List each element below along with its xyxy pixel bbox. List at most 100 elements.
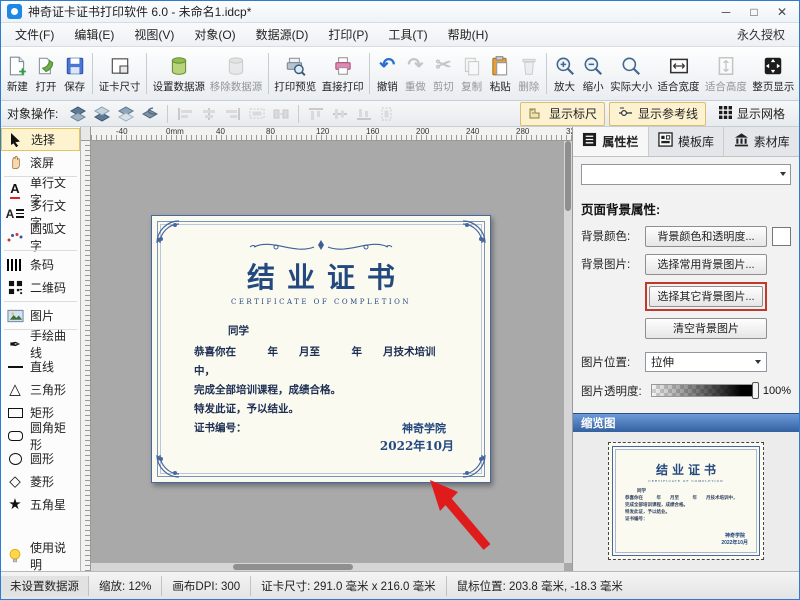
bg-color-swatch[interactable] bbox=[772, 227, 791, 246]
certificate-page[interactable]: 结业证书 CERTIFICATE OF COMPLETION 同学 恭喜你在 年… bbox=[151, 215, 491, 483]
card-size-button[interactable]: 证卡尺寸 bbox=[96, 51, 143, 97]
zoom-in-button[interactable]: 放大 bbox=[550, 51, 579, 97]
tool-pan[interactable]: 滚屏 bbox=[1, 151, 80, 174]
tab-templates[interactable]: 模板库 bbox=[649, 127, 725, 156]
canvas-horizontal-scrollbar[interactable] bbox=[91, 563, 564, 571]
object-selector-dropdown[interactable] bbox=[581, 164, 791, 185]
tool-star[interactable]: ★ 五角星 bbox=[1, 493, 80, 516]
new-document-icon bbox=[6, 54, 28, 78]
tool-rounded-rectangle[interactable]: 圆角矩形 bbox=[1, 424, 80, 447]
dpi-status: 画布DPI: 300 bbox=[162, 576, 251, 596]
choose-common-bg-button[interactable]: 选择常用背景图片... bbox=[645, 254, 767, 275]
tool-barcode[interactable]: 条码 bbox=[1, 253, 80, 276]
tool-freehand-curve[interactable]: ✒ 手绘曲线 bbox=[1, 332, 80, 355]
maximize-icon[interactable]: □ bbox=[747, 3, 761, 21]
bring-to-front-icon[interactable] bbox=[66, 104, 90, 124]
tab-materials[interactable]: 素材库 bbox=[724, 127, 799, 156]
tab-properties[interactable]: 属性栏 bbox=[573, 127, 649, 156]
objectbar-separator bbox=[167, 105, 168, 123]
zoom-out-icon bbox=[582, 54, 604, 78]
show-grid-toggle[interactable]: 显示网格 bbox=[710, 102, 793, 126]
menu-help[interactable]: 帮助(H) bbox=[438, 23, 499, 46]
bg-color-button[interactable]: 背景颜色和透明度... bbox=[645, 226, 767, 247]
canvas-vertical-scrollbar[interactable] bbox=[564, 141, 572, 563]
new-button[interactable]: 新建 bbox=[3, 51, 32, 97]
save-button[interactable]: 保存 bbox=[60, 51, 89, 97]
corner-ornament-icon bbox=[461, 219, 487, 245]
slider-handle[interactable] bbox=[752, 382, 759, 399]
direct-print-button[interactable]: 直接打印 bbox=[319, 51, 366, 97]
rounded-rectangle-icon bbox=[5, 427, 25, 444]
highlight-red-box: 选择其它背景图片... bbox=[645, 282, 767, 311]
fit-height-button: 适合高度 bbox=[702, 51, 749, 97]
tool-line[interactable]: 直线 bbox=[1, 355, 80, 378]
minimize-icon[interactable]: ─ bbox=[719, 3, 733, 21]
chevron-down-icon bbox=[780, 172, 786, 176]
red-pointer-arrow bbox=[421, 477, 501, 553]
show-guides-toggle[interactable]: 显示参考线 bbox=[609, 102, 706, 126]
sidebar-separator bbox=[4, 301, 77, 302]
print-preview-icon bbox=[284, 54, 306, 78]
toolbar-separator bbox=[268, 53, 269, 94]
close-icon[interactable]: ✕ bbox=[775, 3, 789, 21]
set-datasource-button[interactable]: 设置数据源 bbox=[150, 51, 207, 97]
objectbar-separator bbox=[298, 105, 299, 123]
corner-ornament-icon bbox=[461, 453, 487, 479]
properties-panel: 属性栏 模板库 素材库 页面背景属性: 背景颜色: bbox=[572, 127, 799, 571]
clear-bg-button[interactable]: 清空背景图片 bbox=[645, 318, 767, 339]
toolbar-separator bbox=[369, 53, 370, 94]
menu-view[interactable]: 视图(V) bbox=[124, 23, 184, 46]
template-library-icon bbox=[658, 132, 673, 150]
ruler-icon bbox=[528, 105, 545, 123]
diamond-icon: ◇ bbox=[5, 473, 25, 490]
tool-qrcode[interactable]: 二维码 bbox=[1, 276, 80, 299]
actual-size-button[interactable]: 实际大小 bbox=[607, 51, 654, 97]
menu-edit[interactable]: 编辑(E) bbox=[64, 23, 124, 46]
rectangle-icon bbox=[5, 404, 25, 421]
image-position-dropdown[interactable]: 拉伸 bbox=[645, 352, 767, 372]
corner-ornament-icon bbox=[155, 453, 181, 479]
tool-diamond[interactable]: ◇ 菱形 bbox=[1, 470, 80, 493]
tool-triangle[interactable]: △ 三角形 bbox=[1, 378, 80, 401]
menu-print[interactable]: 打印(P) bbox=[318, 23, 378, 46]
menu-datasource[interactable]: 数据源(D) bbox=[246, 23, 319, 46]
menu-file[interactable]: 文件(F) bbox=[5, 23, 64, 46]
open-button[interactable]: 打开 bbox=[32, 51, 61, 97]
bg-color-label: 背景颜色: bbox=[581, 228, 645, 244]
menu-tools[interactable]: 工具(T) bbox=[378, 23, 437, 46]
send-to-back-icon[interactable] bbox=[138, 104, 162, 124]
design-canvas[interactable]: -40 0mm 40 80 120 160 200 240 280 320 36… bbox=[81, 127, 572, 571]
align-middle-icon bbox=[328, 104, 352, 124]
app-icon bbox=[7, 4, 22, 19]
image-position-label: 图片位置: bbox=[581, 354, 645, 370]
bring-forward-icon[interactable] bbox=[90, 104, 114, 124]
menu-object[interactable]: 对象(O) bbox=[184, 23, 245, 46]
help-button[interactable]: 使用说明 bbox=[1, 544, 80, 567]
cursor-icon bbox=[6, 131, 26, 148]
fit-width-button[interactable]: 适合宽度 bbox=[655, 51, 702, 97]
print-preview-button[interactable]: 打印预览 bbox=[272, 51, 319, 97]
show-ruler-toggle[interactable]: 显示标尺 bbox=[520, 102, 605, 126]
zoom-out-button[interactable]: 缩小 bbox=[579, 51, 608, 97]
tool-image[interactable]: 图片 bbox=[1, 304, 80, 327]
mouse-position-status: 鼠标位置: 203.8 毫米, -18.3 毫米 bbox=[447, 576, 633, 596]
certificate-thumbnail[interactable]: 结业证书 CERTIFICATE OF COMPLETION 同学 恭喜你在 年… bbox=[608, 442, 764, 560]
paste-button[interactable]: 粘贴 bbox=[486, 51, 515, 97]
tool-select[interactable]: 选择 bbox=[1, 128, 80, 151]
line-icon bbox=[5, 358, 25, 375]
zoom-status: 缩放: 12% bbox=[89, 576, 162, 596]
application-window: 神奇证卡证书打印软件 6.0 - 未命名1.idcp* ─ □ ✕ 文件(F) … bbox=[0, 0, 800, 600]
image-opacity-slider[interactable] bbox=[651, 384, 758, 397]
whole-page-button[interactable]: 整页显示 bbox=[750, 51, 797, 97]
canvas-work-area[interactable]: 结业证书 CERTIFICATE OF COMPLETION 同学 恭喜你在 年… bbox=[91, 141, 572, 571]
thumbnail-inner-border: 结业证书 CERTIFICATE OF COMPLETION 同学 恭喜你在 年… bbox=[612, 446, 760, 556]
hand-icon bbox=[5, 154, 25, 171]
tool-arc-text[interactable]: 圆弧文字 bbox=[1, 225, 80, 248]
multi-text-icon: A bbox=[5, 205, 25, 222]
circle-icon bbox=[5, 450, 25, 467]
tool-circle[interactable]: 圆形 bbox=[1, 447, 80, 470]
undo-button[interactable]: ↶ 撤销 bbox=[373, 51, 401, 97]
database-icon bbox=[168, 54, 190, 78]
send-backward-icon[interactable] bbox=[114, 104, 138, 124]
choose-other-bg-button[interactable]: 选择其它背景图片... bbox=[649, 286, 763, 307]
